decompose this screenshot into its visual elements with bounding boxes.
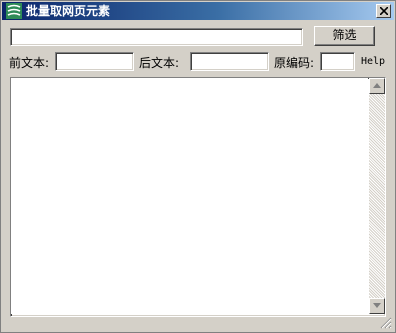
resize-grip-icon[interactable]: [380, 317, 392, 329]
encoding-input[interactable]: [320, 52, 355, 71]
output-textarea[interactable]: [11, 78, 368, 314]
main-window: 批量取网页元素 筛选 前文本: 后文本: 原编码: Help: [0, 0, 396, 333]
app-logo-icon: [6, 3, 22, 19]
close-icon: [380, 7, 388, 15]
prefix-label: 前文本:: [9, 56, 50, 70]
filter-button[interactable]: 筛选: [314, 26, 375, 46]
arrow-down-icon: [373, 303, 381, 308]
scroll-up-button[interactable]: [369, 78, 385, 94]
suffix-text-input[interactable]: [190, 52, 269, 71]
output-text-area: [10, 77, 386, 317]
suffix-label: 后文本:: [139, 56, 180, 70]
window-title: 批量取网页元素: [26, 4, 111, 18]
scroll-down-button[interactable]: [369, 298, 385, 314]
encoding-label: 原编码:: [274, 56, 315, 70]
vertical-scrollbar[interactable]: [369, 78, 385, 314]
title-bar[interactable]: 批量取网页元素: [2, 2, 394, 20]
prefix-text-input[interactable]: [55, 52, 134, 71]
close-button[interactable]: [376, 4, 391, 18]
help-link[interactable]: Help: [361, 56, 385, 68]
url-input[interactable]: [10, 28, 303, 46]
arrow-up-icon: [373, 83, 381, 88]
